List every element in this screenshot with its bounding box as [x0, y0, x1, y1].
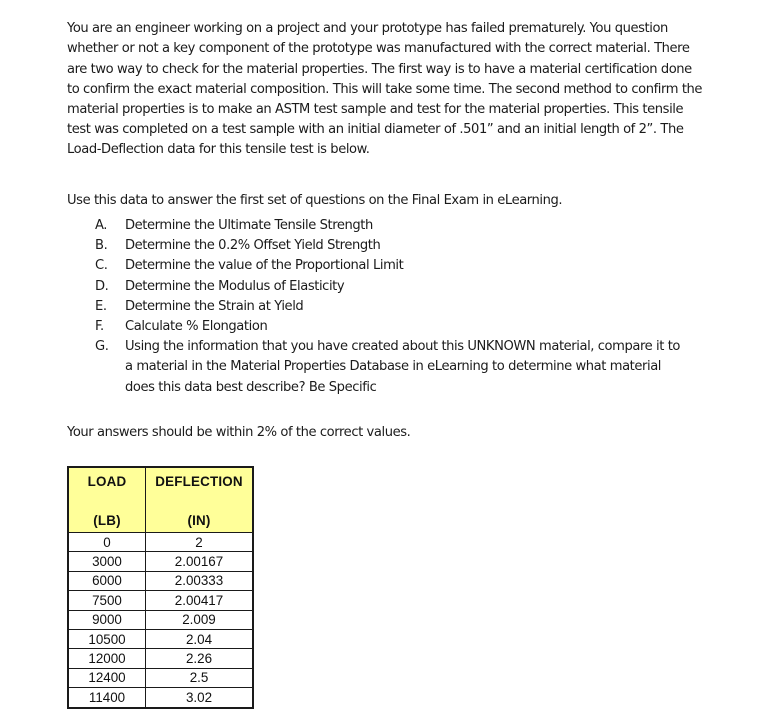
- table-unit-row: (LB) (IN): [67, 494, 254, 533]
- table-row: 10500 2.04: [67, 628, 254, 650]
- list-item-label: Determine the Strain at Yield: [125, 298, 304, 314]
- cell-deflection: 2.26: [145, 648, 254, 669]
- list-item: E. Determine the Strain at Yield: [67, 297, 687, 317]
- list-item: D. Determine the Modulus of Elasticity: [67, 277, 687, 297]
- list-item-label: Determine the Ultimate Tensile Strength: [125, 218, 373, 233]
- table-row: 11400 3.02: [67, 687, 254, 709]
- list-item-marker: E.: [95, 298, 107, 314]
- cell-load: 6000: [67, 570, 146, 592]
- list-item: B. Determine the 0.2% Offset Yield Stren…: [67, 236, 687, 256]
- table-row: 0 2: [67, 531, 254, 553]
- list-item-label: Determine the 0.2% Offset Yield Strength: [125, 238, 381, 254]
- table-row: 9000 2.009: [67, 609, 254, 630]
- cell-deflection: 2.04: [145, 628, 254, 650]
- column-unit-deflection: (IN): [145, 494, 254, 533]
- list-item-marker: B.: [95, 238, 108, 254]
- cell-deflection: 2.00167: [145, 551, 254, 572]
- list-item: C. Determine the value of the Proportion…: [67, 256, 687, 276]
- column-header-load: LOAD: [67, 466, 146, 494]
- accuracy-note: Your answers should be within 2% of the …: [67, 425, 411, 441]
- cell-load: 10500: [67, 628, 146, 650]
- cell-load: 12400: [67, 667, 146, 689]
- list-item-label: Determine the value of the Proportional …: [125, 258, 404, 274]
- cell-deflection: 2.009: [145, 609, 254, 630]
- cell-load: 12000: [67, 648, 146, 669]
- table-row: 12400 2.5: [67, 667, 254, 689]
- instruction-line: Use this data to answer the first set of…: [67, 193, 563, 209]
- table-row: 3000 2.00167: [67, 551, 254, 572]
- list-item: F. Calculate % Elongation: [67, 317, 687, 337]
- list-item: A. Determine the Ultimate Tensile Streng…: [67, 216, 687, 236]
- cell-deflection: 2.00333: [145, 570, 254, 592]
- cell-deflection: 3.02: [145, 687, 254, 709]
- cell-load: 0: [67, 531, 146, 553]
- list-item-marker: F.: [95, 319, 104, 335]
- load-deflection-table: LOAD DEFLECTION (LB) (IN) 0 2 3000 2.001…: [67, 466, 254, 709]
- document-page: You are an engineer working on a project…: [0, 0, 766, 728]
- list-item-marker: G.: [95, 339, 109, 355]
- table-body: 0 2 3000 2.00167 6000 2.00333 7500 2.004…: [67, 531, 254, 709]
- cell-deflection: 2: [145, 531, 254, 553]
- list-item-label: Calculate % Elongation: [125, 319, 268, 335]
- list-item-marker: C.: [95, 258, 108, 274]
- cell-deflection: 2.5: [145, 667, 254, 689]
- cell-load: 11400: [67, 687, 146, 709]
- list-item-marker: A.: [95, 218, 108, 233]
- table-header: LOAD DEFLECTION (LB) (IN): [67, 466, 254, 533]
- list-item-label: Determine the Modulus of Elasticity: [125, 278, 345, 294]
- table-row: 12000 2.26: [67, 648, 254, 669]
- list-item: G. Using the information that you have c…: [67, 337, 687, 398]
- table-row: 7500 2.00417: [67, 590, 254, 611]
- cell-deflection: 2.00417: [145, 590, 254, 611]
- column-header-deflection: DEFLECTION: [145, 466, 254, 494]
- table-header-row: LOAD DEFLECTION: [67, 466, 254, 494]
- cell-load: 3000: [67, 551, 146, 572]
- cell-load: 7500: [67, 590, 146, 611]
- list-item-marker: D.: [95, 278, 109, 294]
- table-row: 6000 2.00333: [67, 570, 254, 592]
- column-unit-load: (LB): [67, 494, 146, 533]
- cell-load: 9000: [67, 609, 146, 630]
- list-item-label: Using the information that you have crea…: [125, 339, 681, 395]
- intro-paragraph: You are an engineer working on a project…: [67, 21, 703, 158]
- question-list: A. Determine the Ultimate Tensile Streng…: [67, 216, 687, 398]
